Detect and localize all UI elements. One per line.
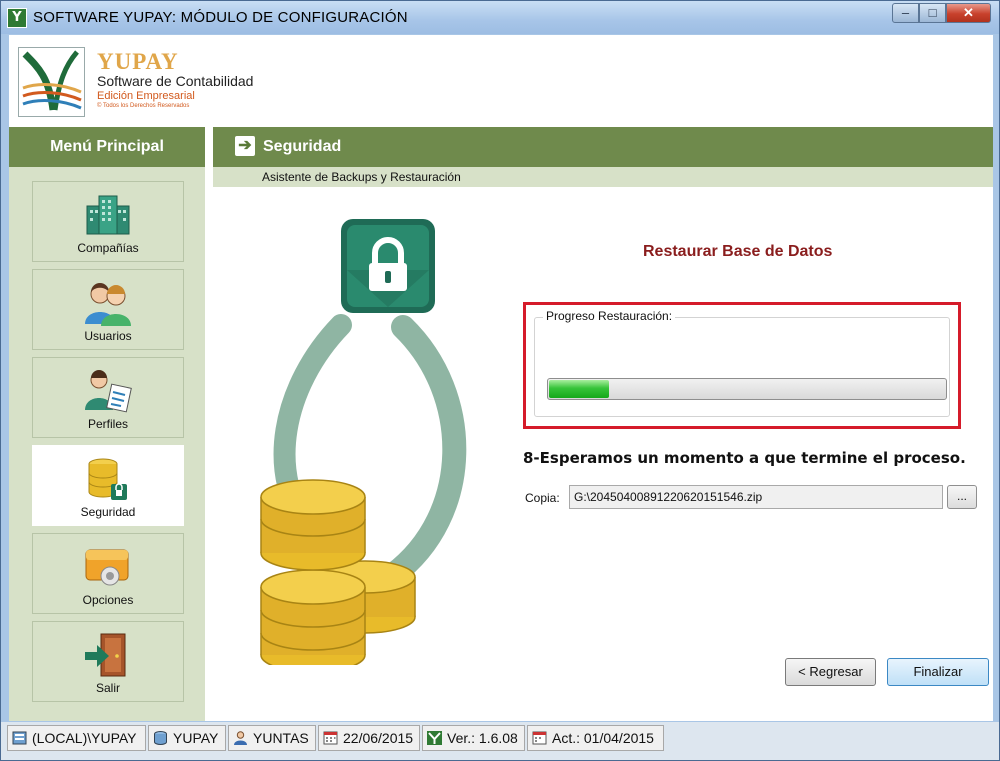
browse-button[interactable]: ... <box>947 485 977 509</box>
status-updated: Act.: 01/04/2015 <box>527 725 664 751</box>
sidebar-item-label: Usuarios <box>84 329 132 343</box>
brand-edition: Edición Empresarial <box>97 90 195 102</box>
options-icon <box>83 544 133 590</box>
restore-title: Restaurar Base de Datos <box>643 243 833 260</box>
status-server-text: (LOCAL)\YUPAY <box>32 730 137 746</box>
status-date: 22/06/2015 <box>318 725 420 751</box>
user-icon <box>234 731 247 745</box>
status-user-text: YUNTAS <box>253 730 309 746</box>
status-version: Ver.: 1.6.08 <box>422 725 525 751</box>
calendar-icon <box>323 731 338 745</box>
status-user: YUNTAS <box>228 725 316 751</box>
close-button[interactable]: ✕ <box>946 3 991 23</box>
window-title: SOFTWARE YUPAY: MÓDULO DE CONFIGURACIÓN <box>33 9 408 26</box>
maximize-icon: □ <box>928 5 937 20</box>
server-icon <box>12 731 27 745</box>
restore-progress-bar <box>547 378 947 400</box>
status-version-text: Ver.: 1.6.08 <box>447 730 518 746</box>
title-bar[interactable]: Y SOFTWARE YUPAY: MÓDULO DE CONFIGURACIÓ… <box>1 1 999 34</box>
copy-path-field[interactable]: G:\20450400891220620151546.zip <box>569 485 943 509</box>
yupay-logo <box>18 47 85 117</box>
step-note: 8-Esperamos un momento a que termine el … <box>523 449 966 467</box>
yupay-version-icon <box>427 731 442 745</box>
sidebar-item-label: Salir <box>95 681 120 695</box>
main-panel: ➔ Seguridad Asistente de Backups y Resta… <box>213 127 993 721</box>
sidebar-item-label: Seguridad <box>80 505 136 519</box>
application-window: Y SOFTWARE YUPAY: MÓDULO DE CONFIGURACIÓ… <box>0 0 1000 761</box>
section-subtitle: Asistente de Backups y Restauración <box>213 167 993 187</box>
arrow-right-icon: ➔ <box>235 136 255 156</box>
brand-subtitle: Software de Contabilidad <box>97 73 254 89</box>
brand-name: YUPAY <box>97 49 179 74</box>
maximize-button[interactable]: □ <box>919 3 946 23</box>
sidebar: Menú Principal Compañías Usuarios Perfil… <box>9 127 205 721</box>
backup-illustration <box>243 215 493 673</box>
database-lock-icon <box>83 456 133 502</box>
status-date-text: 22/06/2015 <box>343 730 414 746</box>
sidebar-item-opciones[interactable]: Opciones <box>32 533 184 614</box>
exit-door-icon <box>83 632 133 678</box>
status-bar: (LOCAL)\YUPAY YUPAY YUNTAS 22/06/2015 Ve… <box>1 722 999 760</box>
copy-label: Copia: <box>525 491 560 505</box>
progress-fill <box>549 380 609 398</box>
sidebar-item-salir[interactable]: Salir <box>32 621 184 702</box>
sidebar-item-seguridad[interactable]: Seguridad <box>32 445 184 526</box>
progress-label: Progreso Restauración: <box>543 309 676 323</box>
back-button[interactable]: < Regresar <box>785 658 876 686</box>
sidebar-item-usuarios[interactable]: Usuarios <box>32 269 184 350</box>
section-header: ➔ Seguridad <box>213 127 993 167</box>
minimize-icon: – <box>901 5 910 20</box>
sidebar-item-companias[interactable]: Compañías <box>32 181 184 262</box>
window-controls: – □ ✕ <box>892 3 991 23</box>
sidebar-item-perfiles[interactable]: Perfiles <box>32 357 184 438</box>
status-updated-text: Act.: 01/04/2015 <box>552 730 654 746</box>
sidebar-item-label: Perfiles <box>87 417 128 431</box>
app-header: YUPAY Software de Contabilidad Edición E… <box>9 35 993 127</box>
progress-groupbox: Progreso Restauración: <box>534 309 950 417</box>
finish-button[interactable]: Finalizar <box>887 658 989 686</box>
buildings-icon <box>83 192 133 238</box>
close-icon: ✕ <box>963 5 974 20</box>
sidebar-item-label: Opciones <box>82 593 134 607</box>
minimize-button[interactable]: – <box>892 3 919 23</box>
sidebar-item-label: Compañías <box>77 241 139 255</box>
client-area: YUPAY Software de Contabilidad Edición E… <box>9 35 993 721</box>
brand-rights: © Todos los Derechos Reservados <box>97 103 190 109</box>
profile-icon <box>83 368 133 414</box>
status-database-text: YUPAY <box>173 730 219 746</box>
database-icon <box>154 731 167 745</box>
sidebar-title: Menú Principal <box>9 127 205 167</box>
status-server: (LOCAL)\YUPAY <box>7 725 146 751</box>
users-icon <box>83 280 133 326</box>
section-title: Seguridad <box>263 138 342 155</box>
update-calendar-icon <box>532 731 547 745</box>
app-icon: Y <box>7 8 27 28</box>
status-database: YUPAY <box>148 725 226 751</box>
brand-block: YUPAY Software de Contabilidad Edición E… <box>97 49 253 109</box>
highlight-box: Progreso Restauración: <box>523 302 961 429</box>
